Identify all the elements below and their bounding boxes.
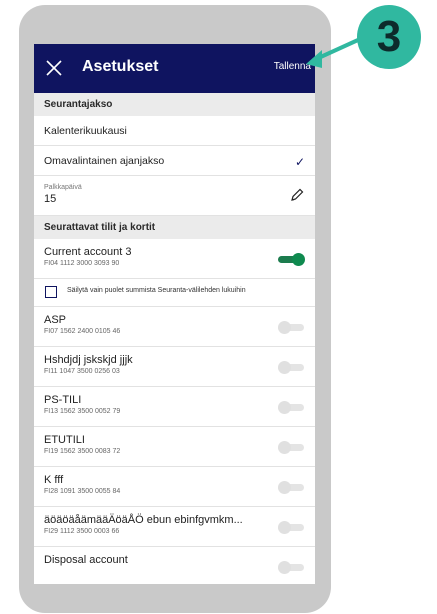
option-custom-period[interactable]: Omavalintainen ajanjakso ✓ xyxy=(34,146,315,176)
account-row[interactable]: ASP FI07 1562 2400 0105 46 xyxy=(34,307,315,347)
half-sum-option[interactable]: Säilytä vain puolet summista Seuranta-vä… xyxy=(34,279,315,307)
half-sum-label: Säilytä vain puolet summista Seuranta-vä… xyxy=(67,287,246,294)
section-header-accounts: Seurattavat tilit ja kortit xyxy=(34,216,315,239)
app-screen: Asetukset Tallenna Seurantajakso Kalente… xyxy=(34,44,315,584)
account-name: Current account 3 xyxy=(44,246,132,258)
account-name: PS-TILI xyxy=(44,394,82,406)
page-title: Asetukset xyxy=(82,58,159,75)
account-name: äöäöäåämääÄöäÅÖ ebun ebinfgvmkm... xyxy=(44,514,243,526)
option-label: Kalenterikuukausi xyxy=(44,125,127,137)
account-name: ETUTILI xyxy=(44,434,85,446)
account-name: Hshdjdj jskskjd jjjk xyxy=(44,354,133,366)
option-calendar-month[interactable]: Kalenterikuukausi xyxy=(34,116,315,146)
account-row[interactable]: ETUTILI FI19 1562 3500 0083 72 xyxy=(34,427,315,467)
close-icon[interactable] xyxy=(44,58,64,78)
account-row[interactable]: Disposal account xyxy=(34,547,315,584)
account-toggle[interactable] xyxy=(278,401,304,414)
account-row[interactable]: äöäöäåämääÄöäÅÖ ebun ebinfgvmkm... FI29 … xyxy=(34,507,315,547)
account-toggle[interactable] xyxy=(278,481,304,494)
account-iban: FI07 1562 2400 0105 46 xyxy=(44,328,121,335)
pencil-icon[interactable] xyxy=(289,187,305,203)
phone-frame: Asetukset Tallenna Seurantajakso Kalente… xyxy=(19,5,331,613)
account-toggle[interactable] xyxy=(278,441,304,454)
checkmark-icon: ✓ xyxy=(294,155,305,169)
account-toggle[interactable] xyxy=(278,253,305,266)
account-toggle[interactable] xyxy=(278,361,304,374)
account-name: ASP xyxy=(44,314,67,326)
account-iban: FI13 1562 3500 0052 79 xyxy=(44,408,121,415)
account-iban: FI19 1562 3500 0083 72 xyxy=(44,448,121,455)
account-name: Disposal account xyxy=(44,554,128,566)
account-iban: FI29 1112 3500 0003 66 xyxy=(44,528,120,535)
account-toggle[interactable] xyxy=(278,321,304,334)
account-iban: FI11 1047 3500 0256 03 xyxy=(44,368,120,375)
step-badge: 3 xyxy=(357,5,421,69)
payday-label: Palkkapäivä xyxy=(44,184,82,191)
option-label: Omavalintainen ajanjakso xyxy=(44,155,165,167)
account-toggle[interactable] xyxy=(278,561,304,574)
account-row[interactable]: PS-TILI FI13 1562 3500 0052 79 xyxy=(34,387,315,427)
account-row[interactable]: K fff FI28 1091 3500 0055 84 xyxy=(34,467,315,507)
payday-value: 15 xyxy=(44,193,57,205)
account-row[interactable]: Hshdjdj jskskjd jjjk FI11 1047 3500 0256… xyxy=(34,347,315,387)
top-bar: Asetukset Tallenna xyxy=(34,44,315,93)
account-iban: FI04 1112 3000 3093 90 xyxy=(44,260,120,267)
account-toggle[interactable] xyxy=(278,521,304,534)
half-sum-checkbox[interactable] xyxy=(45,286,57,298)
account-name: K fff xyxy=(44,474,64,486)
payday-field[interactable]: Palkkapäivä 15 xyxy=(34,176,315,216)
account-row[interactable]: Current account 3 FI04 1112 3000 3093 90 xyxy=(34,239,315,279)
account-iban: FI28 1091 3500 0055 84 xyxy=(44,488,121,495)
section-header-tracking-period: Seurantajakso xyxy=(34,93,315,116)
